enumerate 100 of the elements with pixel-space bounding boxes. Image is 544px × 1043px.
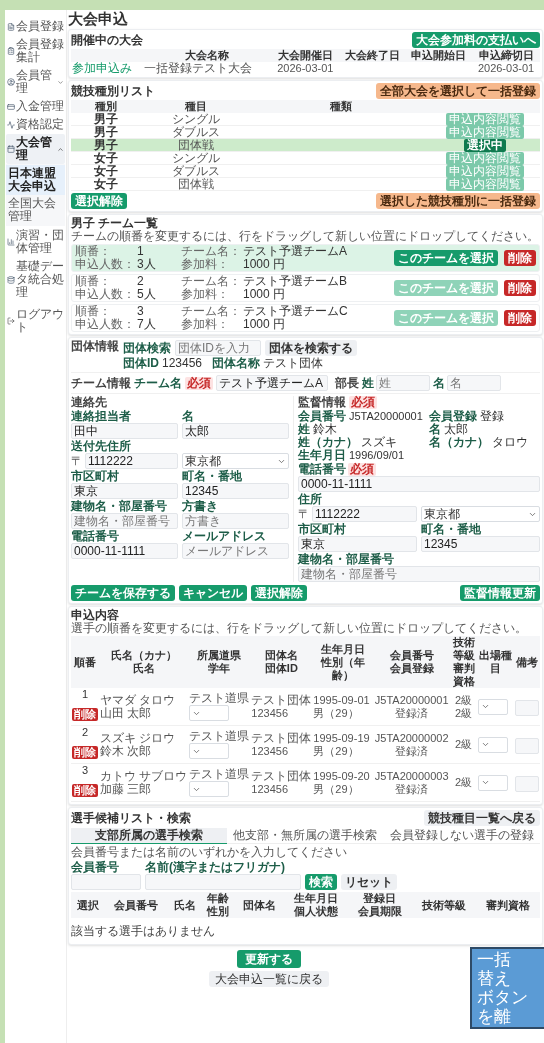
delete-button[interactable]: 削除 <box>504 250 536 266</box>
save-team-button[interactable]: チームを保存する <box>71 585 175 601</box>
back-to-list-button[interactable]: 大会申込一覧に戻る <box>209 971 329 987</box>
table-row[interactable]: 男子 団体戦 選択中 <box>71 139 540 152</box>
table-header-cell: 大会開催日 <box>271 49 340 62</box>
sidebar-item[interactable]: 基礎データ統合処理 <box>6 258 65 301</box>
text-field[interactable]: 団体IDを入力 <box>175 340 261 356</box>
sidebar-item[interactable]: 会員登録 <box>6 18 65 35</box>
reset-button[interactable]: リセット <box>341 874 397 890</box>
select-field[interactable]: 東京都 <box>182 453 289 469</box>
text-field[interactable]: 太郎 <box>182 423 289 439</box>
text-field[interactable] <box>515 775 539 792</box>
select-team-button[interactable]: このチームを選択 <box>394 250 498 266</box>
table-row[interactable]: 男子 ダブルス 申込内容閲覧 <box>71 126 540 139</box>
table-header-cell: 生年月日 性別（年齢） <box>312 636 374 688</box>
text-field[interactable]: 東京 <box>71 483 178 499</box>
sidebar-item[interactable]: 大会管理 <box>6 134 65 164</box>
payment-button[interactable]: 大会参加料の支払いへ <box>412 32 540 48</box>
register-selected-button[interactable]: 選択した競技種別に一括登録 <box>376 193 540 209</box>
delete-button[interactable]: 削除 <box>72 708 98 721</box>
sidebar-item[interactable]: 入金管理 <box>6 98 65 115</box>
text-field[interactable]: 0000-11-1111 <box>298 476 540 492</box>
text-field[interactable]: 方書き <box>182 513 289 529</box>
delete-button[interactable]: 削除 <box>504 310 536 326</box>
text-field[interactable] <box>515 699 539 716</box>
text-field[interactable]: 建物名・部屋番号 <box>298 566 540 582</box>
update-button[interactable]: 更新する <box>237 950 301 968</box>
team-card[interactable]: 順番： 3 チーム名： テスト予選チームC 申込人数： 7人 参加料： 1000 円 このチームを選択 削除 <box>71 304 540 332</box>
sidebar-item[interactable]: 資格認定 <box>6 116 65 133</box>
select-field[interactable] <box>189 781 230 797</box>
field-value: テスト団体 <box>263 357 324 370</box>
bulk-register-button[interactable]: 全部大会を選択して一括登録 <box>376 83 540 99</box>
field-label: 市区町村 <box>71 470 119 483</box>
delete-button[interactable]: 削除 <box>72 784 98 797</box>
sidebar-subitem[interactable]: 全国大会管理 <box>6 195 65 225</box>
tab[interactable]: 他支部・無所属の選手検索 <box>227 828 384 844</box>
table-header-cell: 審判資格 <box>475 892 540 918</box>
field-label: メールアドレス <box>182 530 266 543</box>
text-field[interactable]: 建物名・部屋番号 <box>71 513 178 529</box>
text-field[interactable] <box>145 874 301 890</box>
sidebar-item[interactable]: 会員管理 <box>6 67 65 97</box>
table-row[interactable]: 男子 シングル 申込内容閲覧 <box>71 113 540 126</box>
pulse-icon <box>7 120 15 129</box>
cancel-button[interactable]: キャンセル <box>179 585 247 601</box>
select-field[interactable] <box>478 698 509 715</box>
logout-link[interactable]: ログアウト <box>6 308 65 334</box>
clear-selection-button[interactable]: 選択解除 <box>251 585 307 601</box>
order-number: 1 <box>80 688 90 701</box>
user-icon <box>7 78 15 86</box>
delete-button[interactable]: 削除 <box>72 746 98 759</box>
apply-link[interactable]: 参加申込み <box>72 61 132 75</box>
text-field[interactable]: 名 <box>447 375 501 391</box>
table-cell: J5TA20000001 登録済 <box>373 688 450 726</box>
search-button[interactable]: 検索 <box>305 874 337 890</box>
table-header-cell: 選択 <box>71 892 105 918</box>
select-field[interactable] <box>478 774 509 791</box>
field-label: 参加料： <box>181 288 230 301</box>
field-value: テスト予選チームC <box>243 305 348 318</box>
table-row[interactable]: 女子 ダブルス 申込内容閲覧 <box>71 165 540 178</box>
tab[interactable]: 支部所属の選手検索 <box>71 828 228 844</box>
text-field[interactable]: 東京 <box>298 536 417 552</box>
text-field[interactable]: 12345 <box>182 483 289 499</box>
team-card[interactable]: 順番： 2 チーム名： テスト予選チームB 申込人数： 5人 参加料： 1000 円 このチームを選択 削除 <box>71 274 540 302</box>
text-field[interactable]: メールアドレス <box>182 543 289 559</box>
select-field[interactable] <box>189 705 230 721</box>
select-field[interactable] <box>478 736 509 753</box>
text-field[interactable] <box>515 737 539 754</box>
text-field[interactable]: 12345 <box>421 536 540 552</box>
text-field[interactable]: 1112222 <box>312 506 417 522</box>
text-field[interactable]: 姓 <box>376 375 430 391</box>
select-field[interactable]: 東京都 <box>421 506 540 522</box>
table-header-cell: 会員番号 <box>104 892 169 918</box>
update-coach-button[interactable]: 監督情報更新 <box>460 585 540 601</box>
field-label: 町名・番地 <box>182 470 242 483</box>
table-cell: 2級 <box>449 763 478 802</box>
search-organization-button[interactable]: 団体を検索する <box>265 340 357 356</box>
text-field[interactable]: 田中 <box>71 423 178 439</box>
field-label: 町名・番地 <box>421 523 481 536</box>
text-field[interactable] <box>71 874 141 890</box>
table-header-cell: 団体名 <box>235 892 284 918</box>
text-field[interactable]: テスト予選チームA <box>216 375 328 391</box>
sidebar-item[interactable]: 演習・団体管理 <box>6 227 65 257</box>
field-label: 電話番号 <box>298 463 346 476</box>
text-field[interactable]: 0000-11-1111 <box>71 543 178 559</box>
hint-text: 選手の順番を変更するには、行をドラッグして新しい位置にドロップしてください。 <box>71 622 528 635</box>
delete-button[interactable]: 削除 <box>504 280 536 296</box>
select-field[interactable] <box>189 743 230 759</box>
sidebar-subitem[interactable]: 日本連盟大会申込 <box>6 165 65 195</box>
table-cell: テスト団体 123456 <box>250 725 313 764</box>
order-number: 3 <box>80 764 90 777</box>
team-card[interactable]: 順番： 1 チーム名： テスト予選チームA 申込人数： 3人 参加料： 1000 円 このチームを選択 削除 <box>71 244 540 272</box>
text-field[interactable]: 1112222 <box>85 453 178 469</box>
tab[interactable]: 会員登録しない選手の登録 <box>383 828 540 844</box>
table-row[interactable]: 女子 シングル 申込内容閲覧 <box>71 152 540 165</box>
clear-selection-button[interactable]: 選択解除 <box>71 193 127 209</box>
status-badge: 申込内容閲覧 <box>446 126 524 139</box>
back-button[interactable]: 競技種目一覧へ戻る <box>424 810 540 826</box>
table-row[interactable]: 女子 団体戦 申込内容閲覧 <box>71 178 540 191</box>
sidebar-item[interactable]: 会員登録集計 <box>6 36 65 66</box>
field-value: 3人 <box>137 258 157 271</box>
